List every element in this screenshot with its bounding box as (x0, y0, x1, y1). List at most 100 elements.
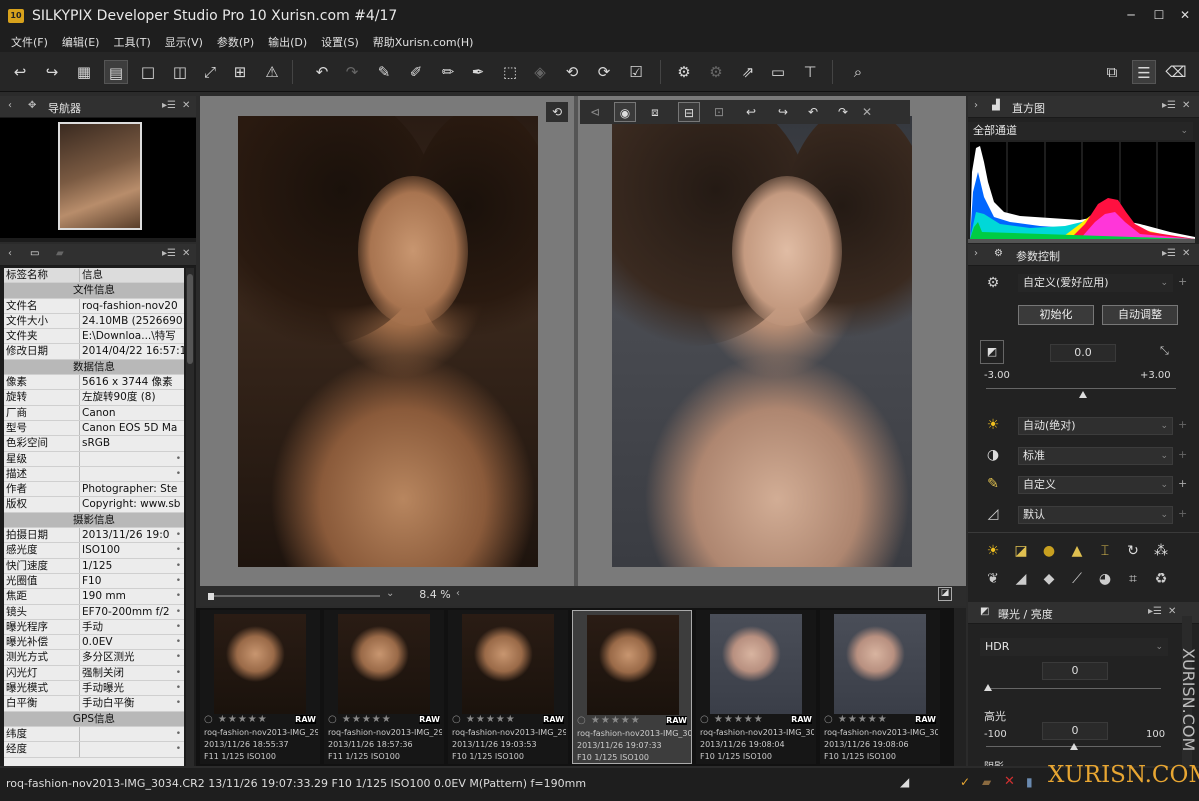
edit-dot-icon[interactable]: • (176, 559, 181, 573)
prev-icon[interactable]: ↩ (740, 102, 762, 122)
info-value[interactable]: 2014/04/22 16:57:1 (80, 344, 184, 358)
reject-icon[interactable]: ✕ (1004, 774, 1015, 789)
edit-dot-icon[interactable]: • (176, 650, 181, 664)
tone-select[interactable]: 标准 ⌄ (1018, 447, 1173, 465)
sharpness-icon[interactable]: ◿ (982, 503, 1004, 525)
info-row[interactable]: 曝光补偿 0.0EV • (4, 635, 184, 651)
edit-dot-icon[interactable]: • (176, 635, 181, 649)
rating-stars[interactable]: ○ ★★★★★ (824, 714, 888, 725)
collapse-icon[interactable]: ‹ (8, 100, 12, 111)
expand-icon[interactable]: › (974, 248, 978, 259)
info-value[interactable]: 5616 x 3744 像素 (80, 375, 184, 389)
rating-flag-icon[interactable]: ◢ (900, 775, 909, 789)
info-row[interactable]: 闪光灯 强制关闭 • (4, 665, 184, 682)
info-row[interactable]: 焦距 190 mm • (4, 589, 184, 605)
panel-close-icon[interactable]: ✕ (1168, 606, 1176, 617)
highlight-slider-knob[interactable] (1070, 743, 1078, 750)
navigator-view[interactable] (0, 118, 196, 238)
auto-adjust-button[interactable]: 自动调整 (1102, 305, 1178, 325)
histogram-channel-select[interactable]: 全部通道 ⌄ (968, 122, 1193, 140)
info-value[interactable]: roq-fashion-nov20 (80, 299, 184, 313)
next-icon[interactable]: ↪ (772, 102, 794, 122)
filmstrip-thumbnail[interactable]: ○ ★★★★★ RAW roq-fashion-nov2013-IMG_30 2013… (572, 610, 692, 764)
navigator-thumbnail[interactable] (58, 122, 142, 230)
info-row[interactable]: 修改日期 2014/04/22 16:57:1 (4, 344, 184, 360)
confirm-icon[interactable]: ☑ (624, 60, 648, 84)
info-value[interactable]: Photographer: Ste (80, 482, 184, 496)
panel-menu-icon[interactable]: ▸☰ (1148, 606, 1162, 617)
split-view-icon[interactable]: ⊞ (228, 60, 252, 84)
exposure-slider-knob[interactable] (1079, 391, 1087, 398)
compare-view-icon[interactable]: ◫ (168, 60, 192, 84)
menu-output[interactable]: 输出(D) (261, 32, 314, 52)
info-row[interactable]: 旋转 左旋转90度 (8) (4, 390, 184, 406)
brush-tool-icon[interactable]: ✒ (466, 60, 490, 84)
fit-window-icon[interactable]: ◪ (938, 587, 952, 601)
rotate-right-icon[interactable]: ⟳ (592, 60, 616, 84)
menu-help[interactable]: 帮助Xurisn.com(H) (366, 32, 481, 52)
info-value[interactable]: • (80, 467, 184, 481)
edit-dot-icon[interactable]: • (176, 696, 181, 710)
contrast-tool-icon[interactable]: ◪ (1010, 540, 1032, 562)
add-color-icon[interactable]: + (1178, 477, 1187, 490)
hdr-mode-select[interactable]: HDR ⌄ (980, 638, 1168, 656)
sharpness-select[interactable]: 默认 ⌄ (1018, 506, 1173, 524)
info-row[interactable]: 像素 5616 x 3744 像素 (4, 375, 184, 391)
info-value[interactable]: 手动 • (80, 620, 184, 634)
edit-dot-icon[interactable]: • (176, 467, 181, 481)
rating-stars[interactable]: ○ ★★★★★ (328, 714, 392, 725)
info-scrollbar-thumb[interactable] (187, 274, 193, 364)
viewer-divider[interactable] (574, 96, 578, 586)
info-value[interactable]: 0.0EV • (80, 635, 184, 649)
info-section-header[interactable]: GPS信息 (4, 711, 184, 727)
zoom-search-icon[interactable]: ⌕ (846, 60, 870, 84)
filmstrip-scrollbar[interactable] (954, 608, 966, 766)
thumbnail-image[interactable] (834, 614, 926, 714)
info-value[interactable]: E:\Downloa...\特写 (80, 329, 184, 343)
panel-close-icon[interactable]: ✕ (182, 100, 190, 111)
exposure-tool-icon[interactable]: ☀ (982, 540, 1004, 562)
params-panel-icon[interactable]: ☰ (1132, 60, 1156, 84)
eraser-icon[interactable]: ⌫ (1164, 60, 1188, 84)
info-row[interactable]: 曝光模式 手动曝光 • (4, 681, 184, 697)
before-photo[interactable] (238, 116, 538, 567)
fullscreen-icon[interactable]: ⤢ (198, 60, 222, 84)
crop-tool-icon[interactable]: ⬚ (498, 60, 522, 84)
color-tool-icon[interactable]: ▲ (1066, 540, 1088, 562)
menu-view[interactable]: 显示(V) (158, 32, 210, 52)
panel-close-icon[interactable]: ✕ (1182, 100, 1190, 111)
edit-dot-icon[interactable]: • (176, 589, 181, 603)
info-row[interactable]: 感光度 ISO100 • (4, 543, 184, 559)
info-value[interactable]: 2013/11/26 19:0 • (80, 528, 184, 542)
filmstrip-thumbnail[interactable]: ○ ★★★★★ RAW roq-fashion-nov2013-IMG_30 2013… (696, 610, 816, 764)
rotate-right-icon[interactable]: ↷ (832, 102, 854, 122)
menu-tools[interactable]: 工具(T) (106, 32, 157, 52)
exposure-slider[interactable] (986, 388, 1176, 389)
rating-stars[interactable]: ○ ★★★★★ (452, 714, 516, 725)
info-value[interactable]: 手动白平衡 • (80, 696, 184, 710)
warning-icon[interactable]: ⚠ (260, 60, 284, 84)
after-photo[interactable] (612, 116, 912, 567)
info-row[interactable]: 描述 • (4, 466, 184, 483)
info-row[interactable]: 星级 • (4, 451, 184, 467)
menu-params[interactable]: 参数(P) (210, 32, 261, 52)
menu-edit[interactable]: 编辑(E) (55, 32, 107, 52)
filmstrip-thumbnail[interactable]: ○ ★★★★★ RAW roq-fashion-nov2013-IMG_29 2013… (448, 610, 568, 764)
info-value[interactable]: Canon EOS 5D Ma (80, 421, 184, 435)
settings-gear-icon[interactable]: ⚙ (982, 272, 1004, 294)
close-compare-icon[interactable]: ✕ (856, 102, 878, 122)
info-row[interactable]: 厂商 Canon (4, 405, 184, 421)
rotate-left-icon[interactable]: ↶ (802, 102, 824, 122)
develop-icon[interactable]: ⚙ (672, 60, 696, 84)
info-value[interactable]: Canon (80, 406, 184, 420)
highlight-spinner[interactable]: 0 (1042, 722, 1108, 740)
color-select[interactable]: 自定义 ⌄ (1018, 476, 1173, 494)
info-section-header[interactable]: 数据信息 (4, 359, 184, 376)
info-value[interactable]: ISO100 • (80, 543, 184, 557)
info-row[interactable]: 拍摄日期 2013/11/26 19:0 • (4, 528, 184, 544)
info-value[interactable]: 多分区测光 • (80, 650, 184, 664)
add-sharpness-icon[interactable]: + (1178, 507, 1187, 520)
undo-icon[interactable]: ↶ (310, 60, 334, 84)
nav-back-icon[interactable]: ⊲ (584, 102, 606, 122)
vignette-tool-icon[interactable]: ◕ (1094, 568, 1116, 590)
